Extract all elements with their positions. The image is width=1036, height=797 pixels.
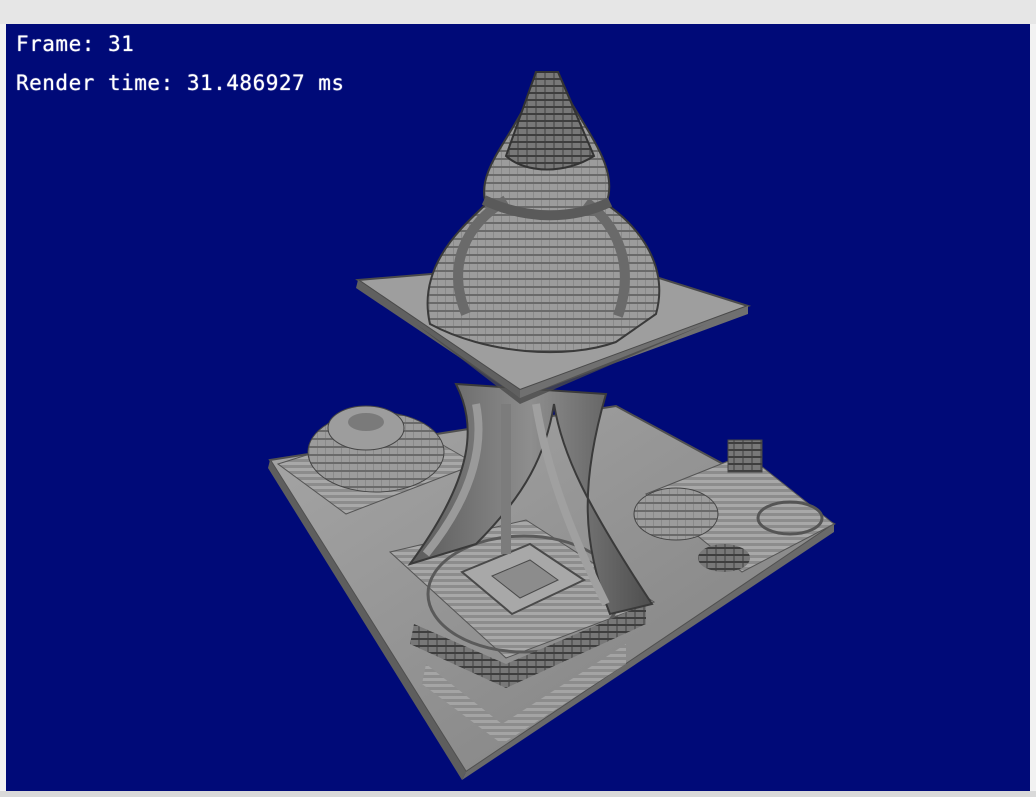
- left-dome-cap: [348, 413, 384, 431]
- right-dome: [633, 487, 719, 541]
- right-tower: [727, 439, 763, 473]
- right-small-dome: [698, 544, 750, 572]
- render-viewport[interactable]: Frame: 31 Render time: 31.486927 ms: [6, 24, 1030, 791]
- app-window: Frame: 31 Render time: 31.486927 ms: [0, 0, 1036, 797]
- render-time-readout: Render time: 31.486927 ms: [16, 71, 345, 95]
- voxel-temple-render: [268, 71, 836, 780]
- window-bottom-border: [0, 791, 1036, 797]
- window-titlebar[interactable]: [0, 0, 1036, 25]
- window-right-border: [1030, 24, 1036, 791]
- frame-counter: Frame: 31: [16, 32, 135, 56]
